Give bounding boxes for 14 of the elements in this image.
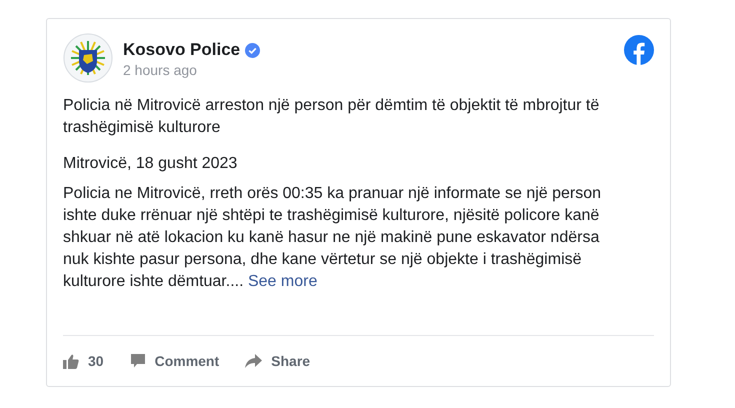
see-more-link[interactable]: See more xyxy=(248,273,318,290)
author-name[interactable]: Kosovo Police xyxy=(123,39,240,61)
share-icon xyxy=(245,354,262,368)
comment-icon xyxy=(130,353,146,369)
post-title: Policia në Mitrovicë arreston një person për dëmtim të objektit të mbrojtur të trashëgimisë kulturore xyxy=(62,96,600,138)
thumbs-up-icon xyxy=(63,354,79,368)
facebook-icon[interactable] xyxy=(624,35,654,65)
post-time[interactable]: 2 hours ago xyxy=(123,61,260,79)
share-button[interactable]: Share xyxy=(245,350,310,372)
post-body: Policia ne Mitrovicë, rreth orës 00:35 ka pranuar një informate se një person ishte duke rrënuar një shtëpi te trashëgimisë kulturore, njësitë policore kanë shkuar në atë lokacion ku kanë hasur ne një makinë pune eskavator ndërsa nuk kishte pasur persona, dhe kane vërtetur se një objekte i trashëgimisë kulturore ishte dëmtuar.... See more xyxy=(62,184,602,292)
post-date: Mitrovicë, 18 gusht 2023 xyxy=(62,154,238,174)
like-button[interactable]: 30 xyxy=(63,350,104,372)
comment-button[interactable]: Comment xyxy=(130,350,220,372)
emblem-icon xyxy=(63,33,113,83)
